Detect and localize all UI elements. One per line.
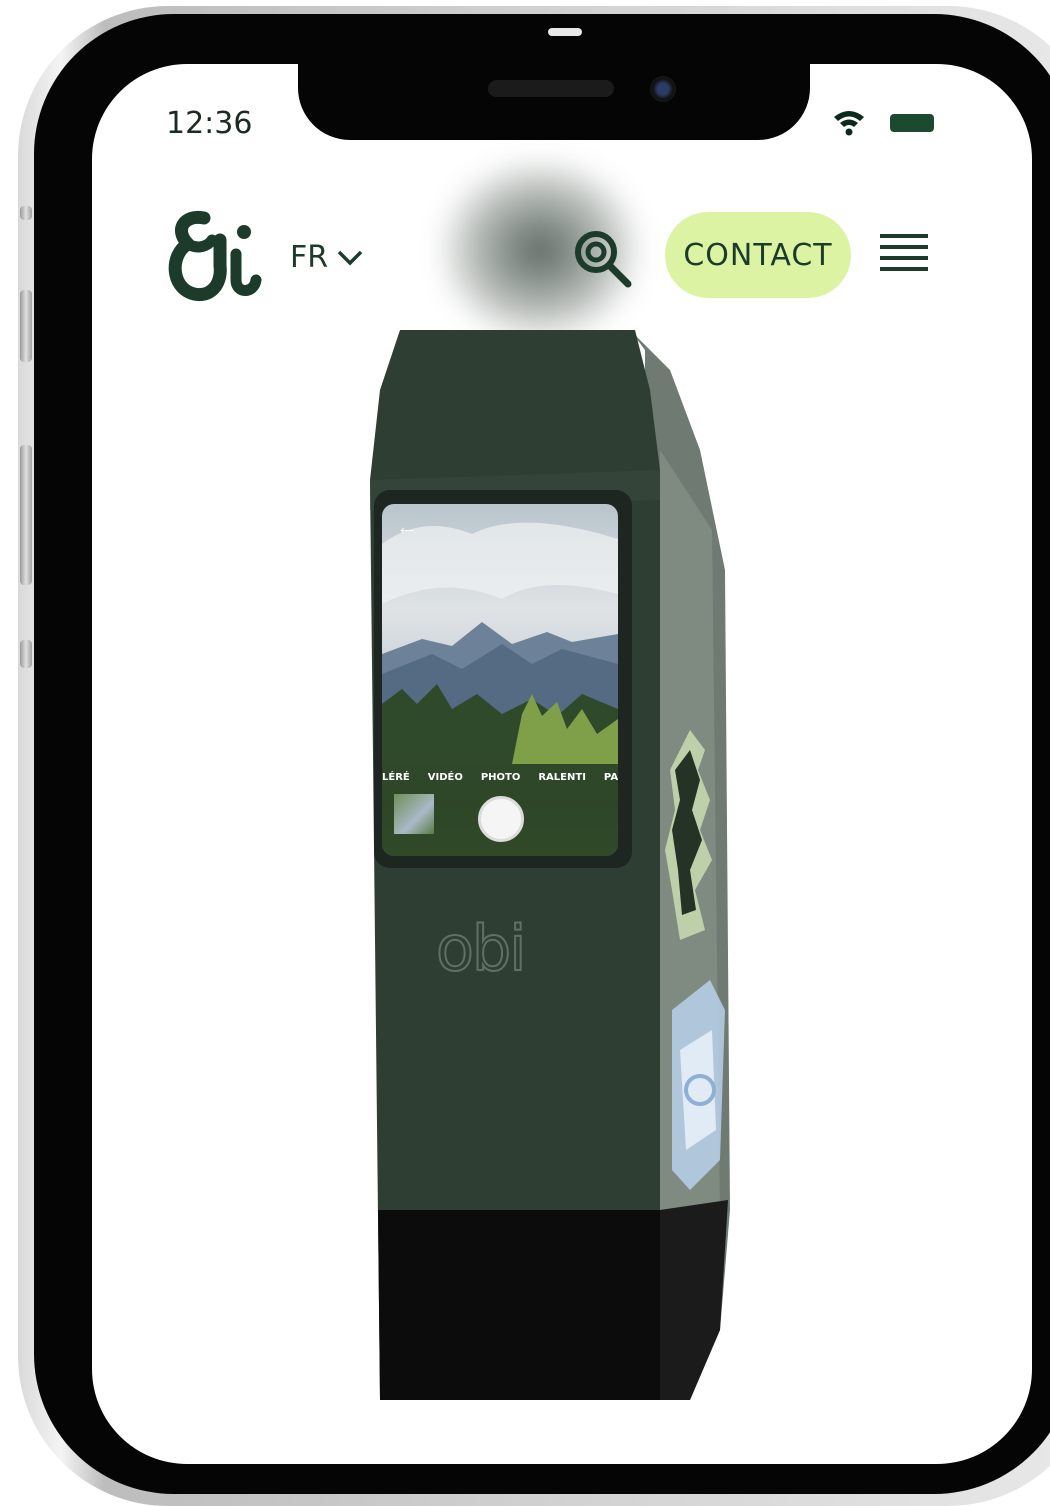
volume-up-button	[20, 290, 32, 362]
wifi-icon	[834, 111, 864, 136]
gallery-thumbnail	[394, 794, 434, 834]
power-button	[20, 640, 32, 668]
status-time: 12:36	[166, 106, 253, 141]
product-image	[370, 330, 730, 1400]
proximity-sensor	[548, 28, 582, 36]
obi-brand-mark: obi	[435, 911, 527, 986]
search-icon[interactable]	[570, 226, 636, 292]
chevron-down-icon	[337, 250, 363, 265]
contact-button[interactable]: CONTACT	[665, 212, 851, 298]
silent-switch	[20, 206, 32, 220]
back-arrow-icon: ←	[396, 514, 418, 539]
language-code: FR	[290, 240, 329, 275]
volume-down-button	[20, 445, 32, 585]
camera-mode: PAI	[603, 772, 618, 783]
brand-logo[interactable]	[164, 210, 264, 302]
battery-icon	[890, 114, 934, 132]
shutter-button-icon	[478, 796, 524, 842]
earpiece-speaker	[488, 80, 614, 97]
camera-mode-active: PHOTO	[480, 772, 521, 783]
camera-mode: RALENTI	[538, 772, 586, 783]
camera-mode-selector: LÉRÉ VIDÉO PHOTO RALENTI PAI	[382, 772, 618, 783]
hamburger-menu-icon[interactable]	[880, 232, 928, 276]
camera-mode: VIDÉO	[427, 772, 463, 783]
camera-preview-screen: ← LÉRÉ VIDÉO PHOTO RALENTI PAI	[382, 504, 618, 856]
front-camera	[650, 76, 676, 102]
language-selector[interactable]: FR	[290, 240, 364, 275]
camera-mode: LÉRÉ	[382, 772, 410, 783]
